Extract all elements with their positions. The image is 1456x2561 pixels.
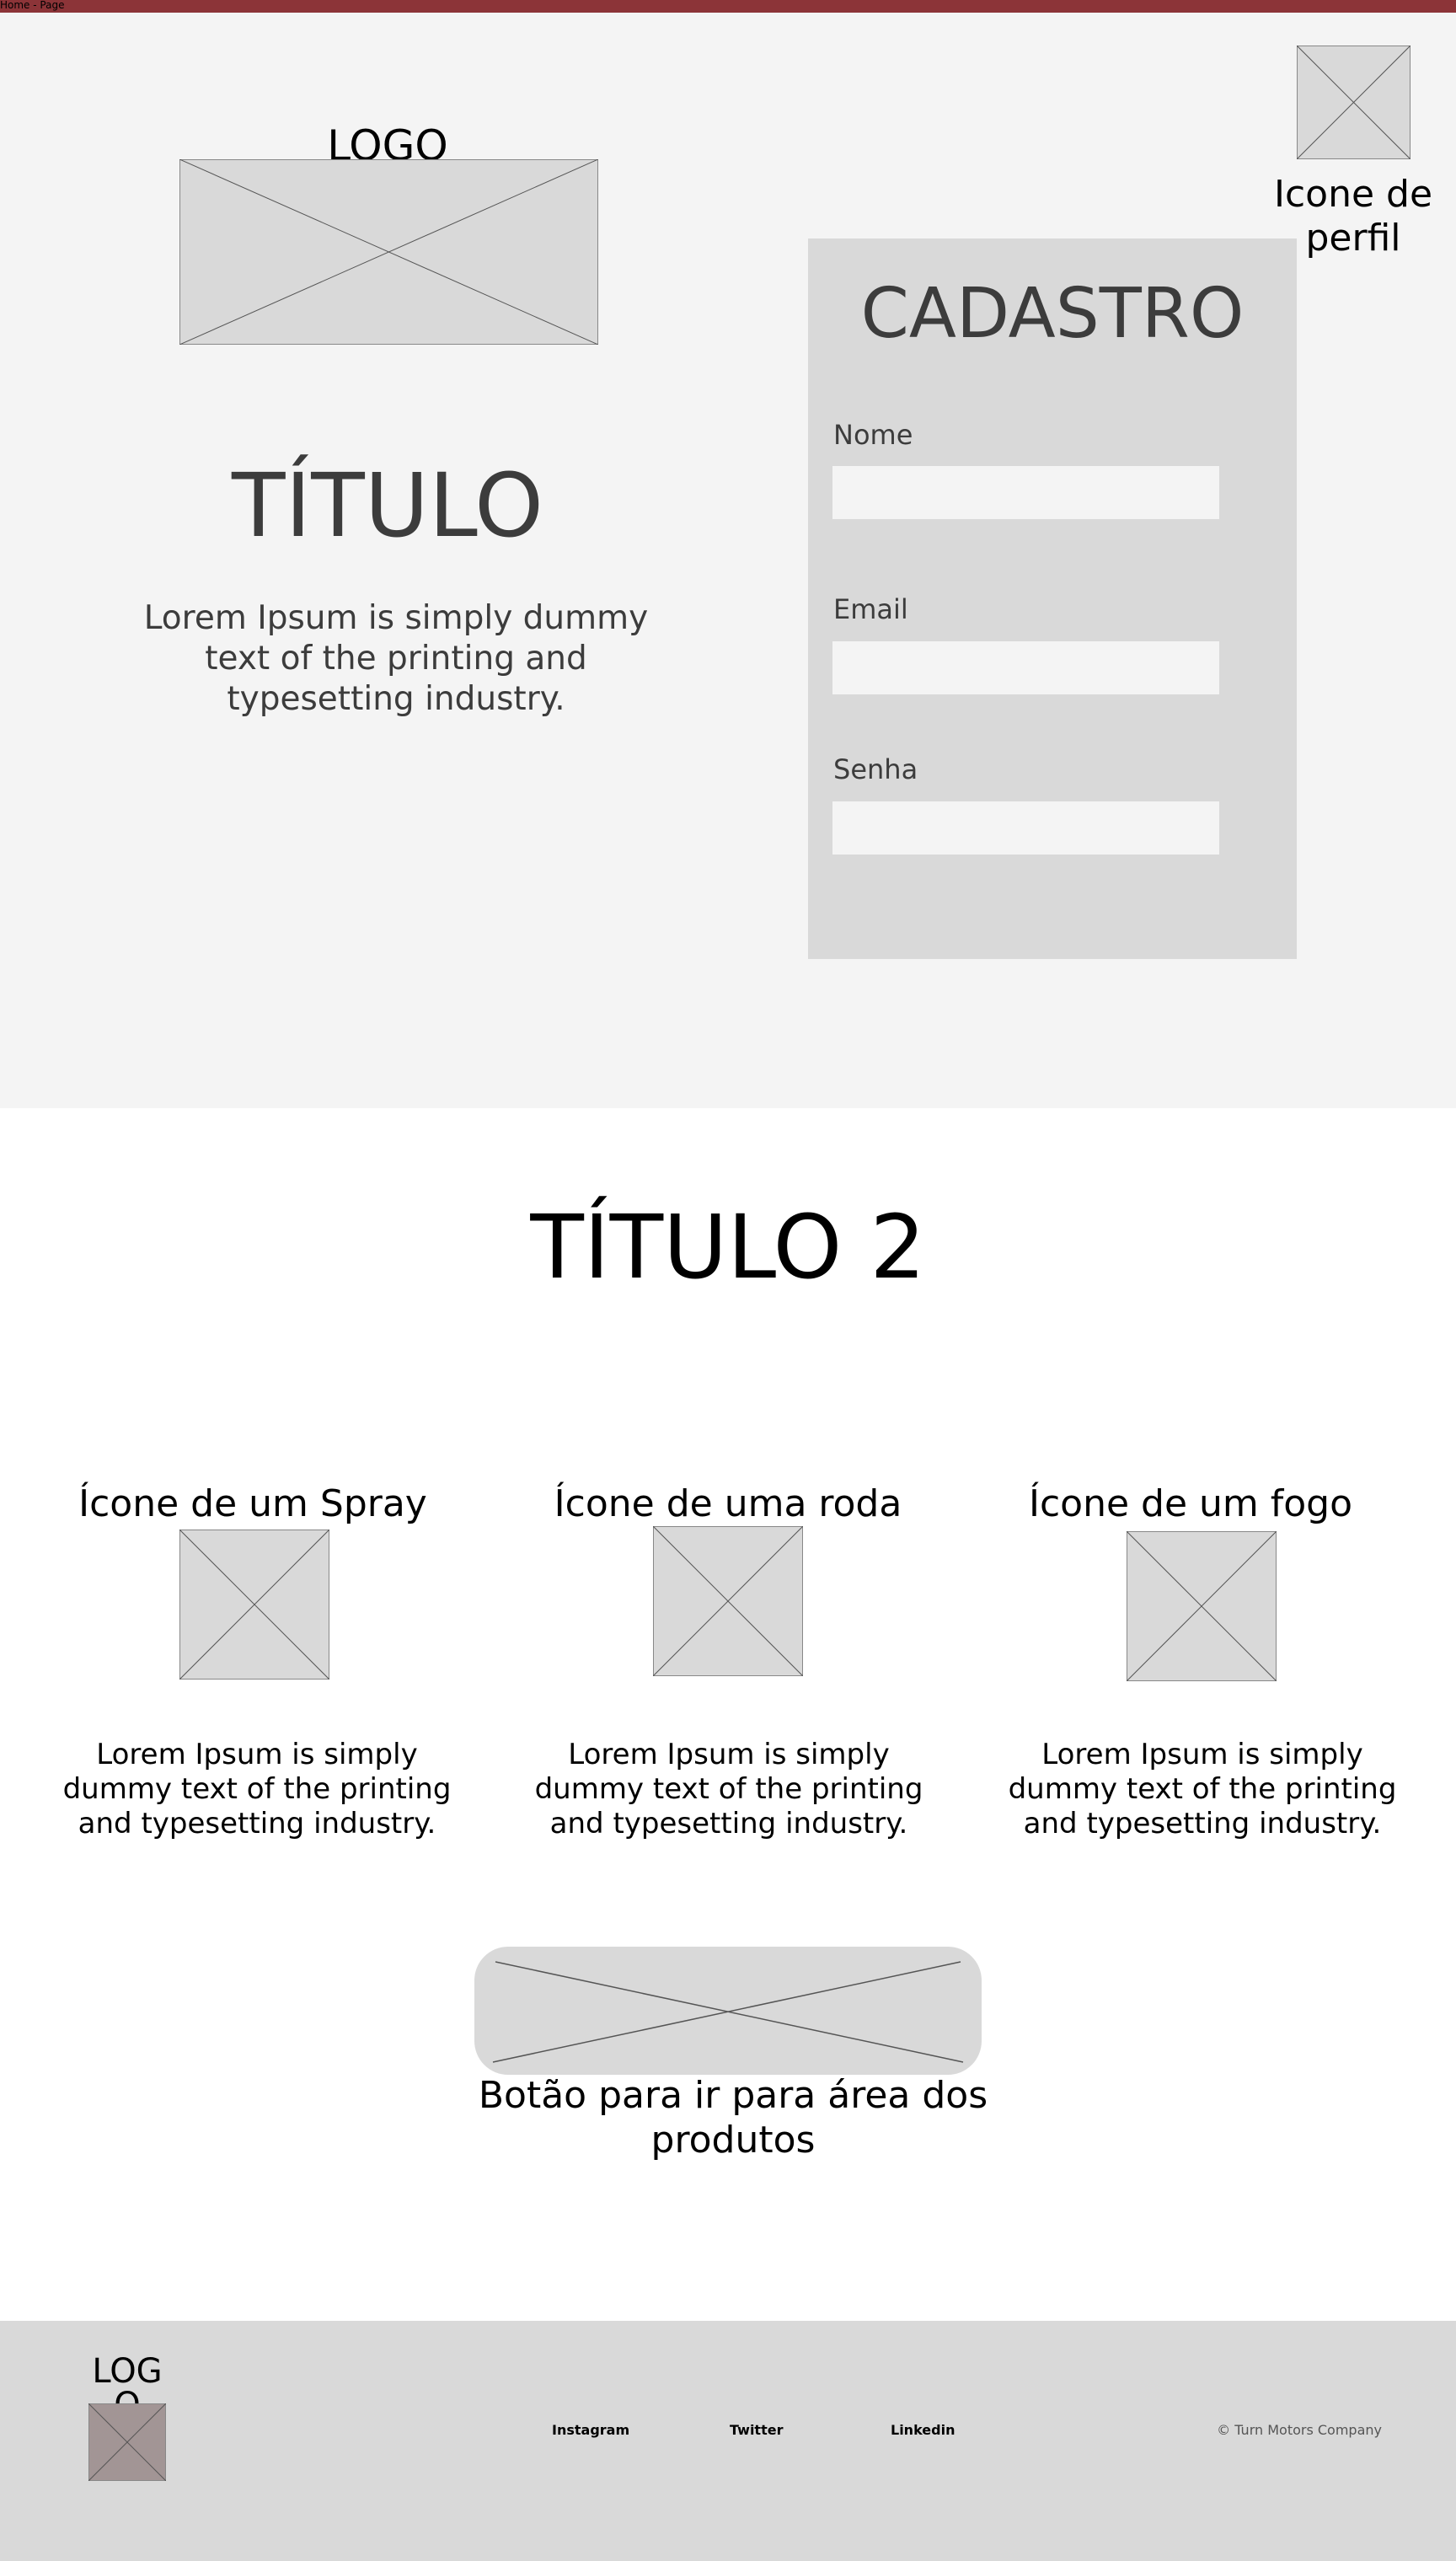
feature-description-wheel: Lorem Ipsum is simply dummy text of the … <box>534 1738 923 1840</box>
signup-title: CADASTRO <box>860 274 1245 354</box>
breadcrumb: Home - Page <box>0 0 65 11</box>
fire-icon <box>1127 1531 1277 1681</box>
password-input[interactable] <box>832 801 1219 855</box>
hero-description: Lorem Ipsum is simply dummy text of the … <box>143 599 649 718</box>
name-input[interactable] <box>832 466 1219 519</box>
feature-label-wheel: Ícone de uma roda <box>554 1482 902 1525</box>
logo-image-placeholder[interactable] <box>179 159 598 345</box>
signup-panel: CADASTRO Nome Email Senha <box>808 238 1297 959</box>
feature-description-fire: Lorem Ipsum is simply dummy text of the … <box>1008 1738 1397 1840</box>
copyright-text: © Turn Motors Company <box>1217 2422 1382 2438</box>
profile-icon[interactable] <box>1297 46 1410 159</box>
feature-label-spray: Ícone de um Spray <box>78 1482 427 1525</box>
top-bar: Home - Page <box>0 0 1456 13</box>
footer-link-linkedin[interactable]: Linkedin <box>891 2422 955 2439</box>
hero-title: TÍTULO <box>232 454 543 557</box>
wheel-icon <box>653 1526 803 1676</box>
password-field-label: Senha <box>833 753 918 785</box>
footer-link-instagram[interactable]: Instagram <box>552 2422 629 2439</box>
feature-label-fire: Ícone de um fogo <box>1028 1482 1352 1525</box>
name-field-label: Nome <box>833 419 913 451</box>
footer-logo-image[interactable] <box>88 2403 166 2481</box>
email-field-label: Email <box>833 593 908 625</box>
products-button-label: Botão para ir para área dos produtos <box>478 2074 988 2162</box>
email-input[interactable] <box>832 641 1219 694</box>
footer-link-twitter[interactable]: Twitter <box>730 2422 783 2439</box>
hero-section: LOGO TÍTULO Lorem Ipsum is simply dummy … <box>0 13 1456 1108</box>
products-button[interactable] <box>474 1947 982 2075</box>
section-title: TÍTULO 2 <box>530 1196 926 1299</box>
feature-description-spray: Lorem Ipsum is simply dummy text of the … <box>62 1738 452 1840</box>
spray-icon <box>179 1530 329 1680</box>
footer: LOGO Instagram Twitter Linkedin © Turn M… <box>0 2321 1456 2561</box>
